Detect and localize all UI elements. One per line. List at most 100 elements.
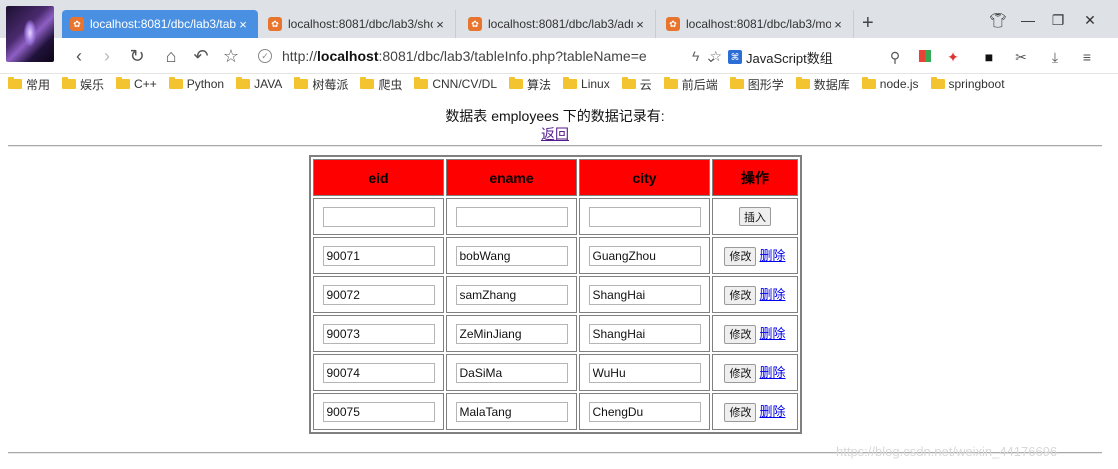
watermark: https://blog.csdn.net/weixin_44176696 xyxy=(836,444,1058,459)
delete-link[interactable]: 删除 xyxy=(759,365,785,380)
insert-button[interactable]: 插入 xyxy=(739,207,771,226)
eid-input[interactable] xyxy=(322,284,435,305)
new-city-input[interactable] xyxy=(588,206,701,227)
bookmark-folder[interactable]: 数据库 xyxy=(795,76,850,93)
ename-input[interactable] xyxy=(455,323,568,344)
star-icon[interactable]: ☆ xyxy=(220,46,242,66)
apps-icon[interactable] xyxy=(916,48,934,66)
table-header-row: eid ename city 操作 xyxy=(313,159,798,196)
table-row: 修改删除 xyxy=(313,315,798,352)
url-text[interactable]: http://localhost:8081/dbc/lab3/tableInfo… xyxy=(282,48,686,64)
lightning-icon[interactable]: ϟ xyxy=(692,48,699,64)
close-icon[interactable]: × xyxy=(633,17,647,32)
tab-admin[interactable]: ✿ localhost:8081/dbc/lab3/adm × xyxy=(460,10,656,38)
delete-link[interactable]: 删除 xyxy=(759,287,785,302)
folder-icon xyxy=(168,77,183,89)
eid-input[interactable] xyxy=(322,362,435,383)
menu-icon[interactable]: ≡ xyxy=(1078,48,1096,66)
city-input[interactable] xyxy=(588,362,701,383)
xampp-icon: ✿ xyxy=(468,17,482,31)
tab-title: localhost:8081/dbc/lab3/tabl xyxy=(90,17,236,31)
edit-button[interactable]: 修改 xyxy=(724,402,757,422)
ename-input[interactable] xyxy=(455,284,568,305)
shirt-icon[interactable]: 👕︎ xyxy=(988,12,1008,29)
close-icon[interactable]: × xyxy=(236,17,250,32)
chevron-down-icon[interactable]: ⌄ xyxy=(702,48,720,66)
back-icon[interactable]: ‹ xyxy=(68,46,90,66)
address-bar[interactable]: ✓ http://localhost:8081/dbc/lab3/tableIn… xyxy=(258,44,722,68)
close-icon[interactable]: × xyxy=(831,17,845,32)
bookmark-folder[interactable]: 云 xyxy=(621,76,652,93)
ename-input[interactable] xyxy=(455,362,568,383)
new-tab-icon[interactable]: + xyxy=(862,12,874,34)
bookmark-folder[interactable]: 图形学 xyxy=(729,76,784,93)
window-close-icon[interactable]: ✕ xyxy=(1080,12,1100,29)
tab-tableinfo[interactable]: ✿ localhost:8081/dbc/lab3/tabl × xyxy=(62,10,258,38)
city-input[interactable] xyxy=(588,245,701,266)
search-text[interactable]: JavaScript数组 xyxy=(746,48,833,67)
reload-icon[interactable]: ↻ xyxy=(126,46,148,66)
folder-icon xyxy=(62,77,77,89)
eid-input[interactable] xyxy=(322,323,435,344)
forward-icon[interactable]: › xyxy=(96,46,118,66)
city-input[interactable] xyxy=(588,323,701,344)
search-icon[interactable]: ⚲ xyxy=(886,48,904,66)
bookmark-folder[interactable]: C++ xyxy=(116,77,157,91)
bookmark-folder[interactable]: 算法 xyxy=(509,76,551,93)
eid-input[interactable] xyxy=(322,245,435,266)
folder-icon xyxy=(294,77,309,89)
game-icon[interactable]: ✦ xyxy=(944,48,962,66)
bookmark-folder[interactable]: Linux xyxy=(563,77,610,91)
bookmark-folder[interactable]: node.js xyxy=(861,77,919,91)
ename-input[interactable] xyxy=(455,401,568,422)
download-icon[interactable]: ⤓ xyxy=(1046,48,1064,66)
back-link[interactable]: 返回 xyxy=(541,126,569,142)
column-header-ename: ename xyxy=(446,159,577,196)
bookmark-folder[interactable]: CNN/CV/DL xyxy=(414,77,497,91)
bookmark-folder[interactable]: 娱乐 xyxy=(62,76,104,93)
edit-button[interactable]: 修改 xyxy=(724,285,757,305)
new-ename-input[interactable] xyxy=(455,206,568,227)
city-input[interactable] xyxy=(588,401,701,422)
column-header-city: city xyxy=(579,159,710,196)
folder-icon xyxy=(861,77,876,89)
avatar[interactable] xyxy=(6,6,54,62)
folder-icon xyxy=(930,77,945,89)
city-input[interactable] xyxy=(588,284,701,305)
minimize-icon[interactable]: — xyxy=(1018,12,1038,28)
bookmark-folder[interactable]: 树莓派 xyxy=(294,76,348,93)
delete-link[interactable]: 删除 xyxy=(759,248,785,263)
bookmark-folder[interactable]: 爬虫 xyxy=(360,76,402,93)
edit-button[interactable]: 修改 xyxy=(724,324,757,344)
tab-title: localhost:8081/dbc/lab3/adm xyxy=(488,17,633,31)
bookmark-folder[interactable]: JAVA xyxy=(236,77,282,91)
bookmarks-bar: 常用 娱乐 C++ Python JAVA 树莓派 爬虫 CNN/CV/DL 算… xyxy=(0,74,1118,94)
xampp-icon: ✿ xyxy=(268,17,282,31)
bookmark-folder[interactable]: Python xyxy=(168,77,224,91)
home-icon[interactable]: ⌂ xyxy=(160,46,182,66)
folder-icon xyxy=(236,77,251,89)
restore-icon[interactable]: ❐ xyxy=(1048,12,1068,29)
bookmark-folder[interactable]: 前后端 xyxy=(663,76,718,93)
bookmark-folder[interactable]: springboot xyxy=(930,77,1005,91)
page-title: 数据表 employees 下的数据记录有: xyxy=(445,108,665,124)
search-box[interactable]: ⌘ JavaScript数组 xyxy=(728,46,878,68)
xampp-icon: ✿ xyxy=(70,17,84,31)
tab-title: localhost:8081/dbc/lab3/mo xyxy=(686,17,831,31)
tab-show[interactable]: ✿ localhost:8081/dbc/lab3/sho × xyxy=(260,10,456,38)
eid-input[interactable] xyxy=(322,401,435,422)
delete-link[interactable]: 删除 xyxy=(759,404,785,419)
undo-icon[interactable]: ↶ xyxy=(190,46,212,66)
bookmark-folder[interactable]: 常用 xyxy=(8,76,50,93)
ename-input[interactable] xyxy=(455,245,568,266)
delete-link[interactable]: 删除 xyxy=(759,326,785,341)
edit-button[interactable]: 修改 xyxy=(724,363,757,383)
xampp-icon: ✿ xyxy=(666,17,680,31)
column-header-actions: 操作 xyxy=(712,159,798,196)
close-icon[interactable]: × xyxy=(433,17,447,32)
extension-icon[interactable]: ■ xyxy=(980,48,998,66)
scissors-icon[interactable]: ✂ xyxy=(1012,48,1030,66)
new-eid-input[interactable] xyxy=(322,206,435,227)
tab-modify[interactable]: ✿ localhost:8081/dbc/lab3/mo × xyxy=(658,10,854,38)
edit-button[interactable]: 修改 xyxy=(724,246,757,266)
